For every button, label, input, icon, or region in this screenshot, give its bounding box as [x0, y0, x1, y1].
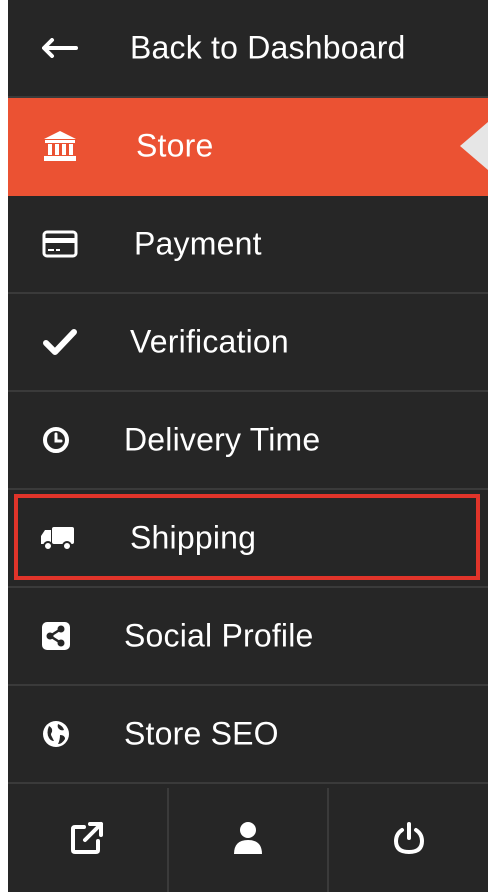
truck-icon: [38, 518, 78, 558]
menu-item-label: Shipping: [130, 519, 257, 556]
clock-icon: [36, 420, 76, 460]
user-icon: [233, 821, 263, 860]
sidebar-item-verification[interactable]: Verification: [8, 294, 488, 392]
check-icon: [40, 322, 80, 362]
sidebar-footer: [8, 788, 488, 892]
active-indicator: [460, 122, 488, 170]
menu-item-label: Social Profile: [124, 617, 314, 654]
sidebar-item-delivery-time[interactable]: Delivery Time: [8, 392, 488, 490]
menu-item-label: Verification: [130, 323, 289, 360]
menu-item-label: Store SEO: [124, 715, 279, 752]
sidebar-item-store-seo[interactable]: Store SEO: [8, 686, 488, 784]
menu-item-label: Payment: [134, 225, 262, 262]
sidebar-item-payment[interactable]: Payment: [8, 196, 488, 294]
menu-item-label: Store: [136, 127, 214, 164]
power-icon: [393, 821, 425, 860]
credit-card-icon: [40, 224, 80, 264]
sidebar-item-shipping[interactable]: Shipping: [8, 490, 488, 588]
sidebar-item-social-profile[interactable]: Social Profile: [8, 588, 488, 686]
profile-button[interactable]: [169, 788, 330, 892]
share-icon: [36, 616, 76, 656]
globe-icon: [36, 714, 76, 754]
bank-icon: [40, 126, 80, 166]
back-to-dashboard-link[interactable]: Back to Dashboard: [8, 0, 488, 98]
visit-store-button[interactable]: [8, 788, 169, 892]
dashboard-sidebar: Back to Dashboard Store Payment Verifica…: [8, 0, 488, 892]
external-link-icon: [70, 821, 104, 860]
logout-button[interactable]: [329, 788, 488, 892]
arrow-left-icon: [40, 28, 80, 68]
menu-item-label: Back to Dashboard: [130, 29, 406, 66]
sidebar-item-store[interactable]: Store: [8, 98, 488, 196]
menu-item-label: Delivery Time: [124, 421, 321, 458]
